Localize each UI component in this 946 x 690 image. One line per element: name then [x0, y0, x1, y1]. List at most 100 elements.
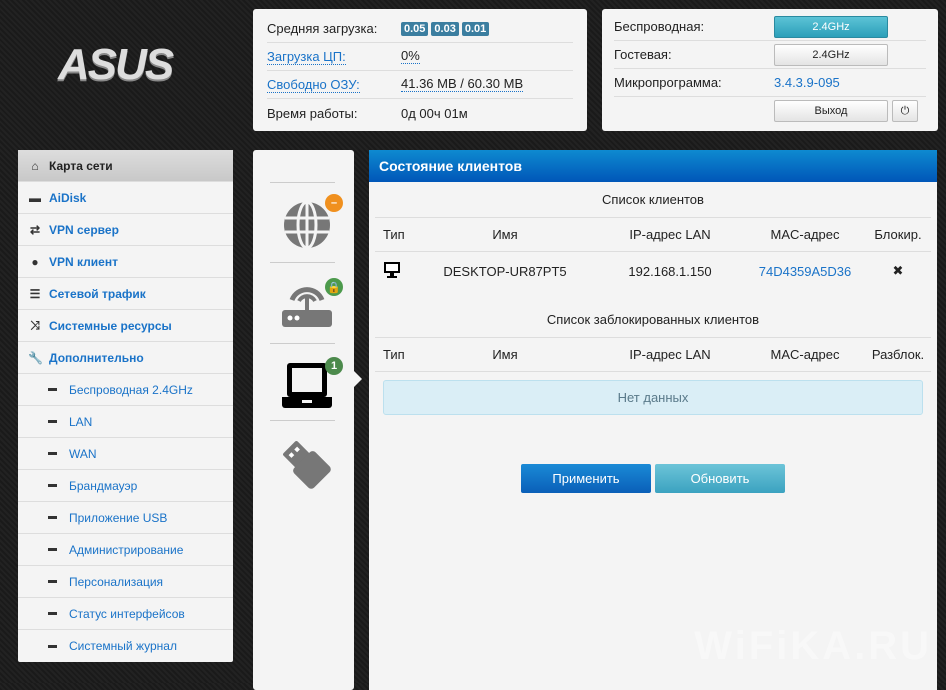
sidebar-item-vpn-client[interactable]: ● VPN клиент	[18, 246, 233, 278]
clients-button[interactable]: 1	[277, 349, 343, 419]
sidebar-item-label: AiDisk	[49, 190, 87, 205]
uptime-label: Время работы:	[267, 105, 358, 121]
sidebar-item-traffic[interactable]: ☰ Сетевой трафик	[18, 278, 233, 310]
dash-icon	[48, 388, 57, 391]
system-status-panel: Средняя загрузка: 0.05 0.03 0.01 Загрузка …	[253, 9, 587, 131]
col-ip: IP-адрес LAN	[629, 347, 711, 362]
sidebar-item-label: Администрирование	[69, 542, 184, 557]
globe-icon	[284, 200, 330, 250]
sidebar: ⌂ Карта сети ▬ AiDisk ⇄ VPN сервер ● VPN кли…	[18, 150, 233, 662]
client-name: DESKTOP-UR87PT5	[443, 263, 567, 279]
clients-list-title: Список клиентов	[375, 182, 931, 218]
sidebar-subitem-firewall[interactable]: Брандмауэр	[18, 470, 233, 502]
dash-icon	[48, 484, 57, 487]
dash-icon	[48, 548, 57, 551]
firmware-label: Микропрограмма:	[614, 75, 722, 90]
table-row: DESKTOP-UR87PT5 192.168.1.150 74D4359A5D…	[375, 252, 931, 290]
load-badge: 0.01	[461, 21, 490, 36]
power-icon[interactable]: ⏻	[892, 100, 918, 122]
sidebar-subitem-lan[interactable]: LAN	[18, 406, 233, 438]
logout-button[interactable]: Выход	[774, 100, 888, 122]
col-type: Тип	[383, 347, 405, 362]
internet-button[interactable]: –	[277, 190, 343, 260]
exchange-icon: ⇄	[29, 222, 41, 237]
free-ram-link[interactable]: Свободно ОЗУ:	[267, 77, 360, 93]
sidebar-subitem-interfaces[interactable]: Статус интерфейсов	[18, 598, 233, 630]
wireless-panel: Беспроводная: 2.4GHz Гостевая: 2.4GHz Микр…	[602, 9, 938, 131]
panel-title: Состояние клиентов	[369, 150, 937, 182]
firmware-version-link[interactable]: 3.4.3.9-095	[774, 75, 840, 90]
wrench-icon: 🔧	[28, 350, 43, 365]
col-mac: MAC-адрес	[770, 347, 840, 362]
sidebar-subitem-syslog[interactable]: Системный журнал	[18, 630, 233, 662]
guest-label: Гостевая:	[614, 47, 672, 62]
sidebar-subitem-wireless[interactable]: Беспроводная 2.4GHz	[18, 374, 233, 406]
sidebar-item-label: VPN сервер	[49, 222, 119, 237]
sidebar-item-aidisk[interactable]: ▬ AiDisk	[18, 182, 233, 214]
lock-badge: 🔒	[325, 278, 343, 296]
col-mac: MAC-адрес	[770, 227, 840, 242]
sidebar-item-resources[interactable]: ⤨ Системные ресурсы	[18, 310, 233, 342]
sidebar-item-label: Сетевой трафик	[49, 286, 146, 301]
col-ip: IP-адрес LAN	[629, 227, 711, 242]
col-name: Имя	[492, 227, 518, 242]
sidebar-subitem-usb[interactable]: Приложение USB	[18, 502, 233, 534]
guest-2g-button[interactable]: 2.4GHz	[774, 43, 888, 66]
dash-icon	[48, 644, 57, 648]
sidebar-item-label: Дополнительно	[49, 350, 144, 365]
sidebar-item-label: Статус интерфейсов	[69, 606, 185, 621]
wireless-label: Беспроводная:	[614, 19, 705, 34]
wireless-2g-button[interactable]: 2.4GHz	[774, 15, 888, 38]
cpu-value: 0%	[401, 48, 420, 64]
blocked-table-header: Тип Имя IP-адрес LAN MAC-адрес Разблок.	[375, 338, 931, 372]
no-data-message: Нет данных	[383, 380, 923, 415]
globe-icon: ●	[31, 254, 39, 269]
sidebar-item-network-map[interactable]: ⌂ Карта сети	[18, 150, 233, 182]
router-button[interactable]: 🔒	[277, 268, 343, 338]
watermark: WiFiKA.RU	[694, 624, 932, 668]
sidebar-item-label: Системный журнал	[69, 639, 177, 653]
dash-icon	[48, 580, 57, 583]
dash-icon	[48, 612, 57, 615]
avg-load-label: Средняя загрузка:	[267, 21, 378, 36]
uptime-value: 0д 00ч 01м	[401, 105, 468, 121]
sidebar-item-advanced[interactable]: 🔧 Дополнительно	[18, 342, 233, 374]
ram-value: 41.36 MB / 60.30 MB	[401, 76, 524, 92]
cpu-load-link[interactable]: Загрузка ЦП:	[267, 49, 346, 65]
selection-arrow	[354, 371, 370, 387]
disk-icon: ▬	[29, 190, 41, 205]
desktop-icon	[375, 261, 415, 282]
sidebar-item-label: VPN клиент	[49, 254, 118, 269]
network-map-icons: – 🔒 1	[253, 150, 362, 690]
list-icon: ☰	[29, 286, 41, 301]
sidebar-subitem-admin[interactable]: Администрирование	[18, 534, 233, 566]
sidebar-item-label: WAN	[69, 446, 97, 461]
shuffle-icon: ⤨	[30, 318, 40, 332]
disconnected-badge: –	[325, 194, 343, 212]
sidebar-item-label: Карта сети	[49, 158, 113, 173]
sidebar-item-label: Персонализация	[69, 574, 164, 589]
usb-button[interactable]	[277, 430, 337, 500]
sidebar-item-label: Брандмауэр	[69, 478, 138, 493]
usb-icon	[283, 441, 331, 489]
client-mac-link[interactable]: 74D4359A5D36	[745, 264, 865, 279]
clients-count-badge: 1	[325, 357, 343, 375]
load-badge: 0.03	[431, 21, 459, 36]
blocked-list-title: Список заблокированных клиентов	[375, 302, 931, 338]
sidebar-item-label: Беспроводная 2.4GHz	[69, 382, 193, 397]
apply-button[interactable]: Применить	[521, 464, 651, 493]
sidebar-subitem-personalization[interactable]: Персонализация	[18, 566, 233, 598]
sidebar-item-label: LAN	[69, 414, 93, 429]
clients-table-header: Тип Имя IP-адрес LAN MAC-адрес Блокир.	[375, 218, 931, 252]
sidebar-item-vpn-server[interactable]: ⇄ VPN сервер	[18, 214, 233, 246]
load-badge: 0.05	[401, 21, 429, 36]
home-icon: ⌂	[31, 158, 39, 173]
col-name: Имя	[492, 347, 518, 362]
block-client-button[interactable]: ✖	[865, 263, 931, 279]
refresh-button[interactable]: Обновить	[655, 464, 785, 493]
dash-icon	[48, 516, 57, 519]
col-unblock: Разблок.	[871, 347, 925, 362]
col-block: Блокир.	[874, 227, 922, 242]
sidebar-subitem-wan[interactable]: WAN	[18, 438, 233, 470]
asus-logo: ASUS	[58, 40, 174, 89]
